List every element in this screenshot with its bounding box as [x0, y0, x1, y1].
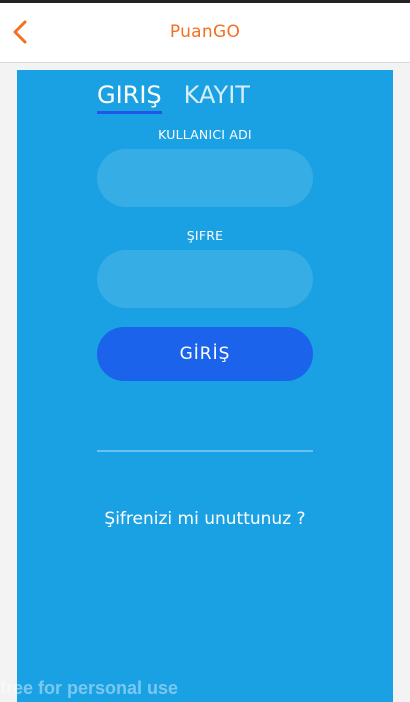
- tab-register[interactable]: KAYIT: [184, 80, 250, 114]
- username-input[interactable]: [97, 149, 313, 207]
- forgot-password-link[interactable]: Şifrenizi mi unuttunuz ?: [17, 509, 393, 529]
- password-label: ŞIFRE: [186, 228, 224, 243]
- app-bar: PuanGO: [0, 3, 410, 63]
- auth-tabs: GIRIŞ KAYIT: [97, 80, 250, 114]
- username-label: KULLANICI ADI: [158, 127, 252, 142]
- tab-login[interactable]: GIRIŞ: [97, 80, 162, 114]
- login-panel: GIRIŞ KAYIT KULLANICI ADI ŞIFRE GİRİŞ Şi…: [17, 70, 393, 702]
- divider: [97, 450, 313, 452]
- login-button[interactable]: GİRİŞ: [97, 327, 313, 381]
- watermark-text: free for personal use: [0, 678, 179, 698]
- app-title: PuanGO: [169, 22, 241, 42]
- password-input[interactable]: [97, 250, 313, 308]
